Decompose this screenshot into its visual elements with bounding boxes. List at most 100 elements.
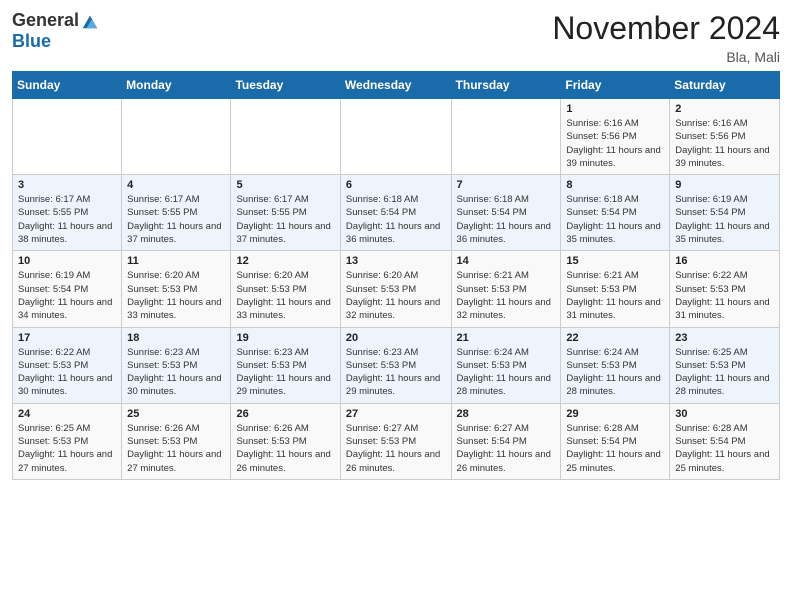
calendar-cell: 4 Sunrise: 6:17 AM Sunset: 5:55 PM Daylig… <box>122 175 231 251</box>
calendar-cell: 28 Sunrise: 6:27 AM Sunset: 5:54 PM Dayli… <box>451 403 561 479</box>
day-info: Sunrise: 6:17 AM Sunset: 5:55 PM Dayligh… <box>127 193 225 246</box>
logo: General Blue <box>12 10 99 52</box>
calendar-cell: 2 Sunrise: 6:16 AM Sunset: 5:56 PM Daylig… <box>670 99 780 175</box>
logo-icon <box>81 12 99 30</box>
day-info: Sunrise: 6:24 AM Sunset: 5:53 PM Dayligh… <box>457 346 556 399</box>
day-info: Sunrise: 6:17 AM Sunset: 5:55 PM Dayligh… <box>18 193 116 246</box>
day-info: Sunrise: 6:18 AM Sunset: 5:54 PM Dayligh… <box>566 193 664 246</box>
day-info: Sunrise: 6:17 AM Sunset: 5:55 PM Dayligh… <box>236 193 334 246</box>
day-number: 27 <box>346 408 446 420</box>
day-number: 10 <box>18 255 116 267</box>
day-info: Sunrise: 6:23 AM Sunset: 5:53 PM Dayligh… <box>236 346 334 399</box>
day-number: 4 <box>127 179 225 191</box>
day-info: Sunrise: 6:25 AM Sunset: 5:53 PM Dayligh… <box>18 422 116 475</box>
calendar-cell: 18Sunrise: 6:23 AM Sunset: 5:53 PM Dayli… <box>122 327 231 403</box>
day-number: 14 <box>457 255 556 267</box>
logo-blue: Blue <box>12 31 51 52</box>
calendar-cell: 30 Sunrise: 6:28 AM Sunset: 5:54 PM Dayli… <box>670 403 780 479</box>
day-info: Sunrise: 6:16 AM Sunset: 5:56 PM Dayligh… <box>675 117 774 170</box>
day-number: 6 <box>346 179 446 191</box>
calendar-cell: 7Sunrise: 6:18 AM Sunset: 5:54 PM Daylig… <box>451 175 561 251</box>
day-number: 9 <box>675 179 774 191</box>
day-of-week-header: Tuesday <box>231 72 340 99</box>
logo-text: General <box>12 10 99 31</box>
day-info: Sunrise: 6:22 AM Sunset: 5:53 PM Dayligh… <box>675 269 774 322</box>
calendar-cell: 19 Sunrise: 6:23 AM Sunset: 5:53 PM Dayli… <box>231 327 340 403</box>
day-number: 17 <box>18 332 116 344</box>
day-number: 13 <box>346 255 446 267</box>
day-number: 21 <box>457 332 556 344</box>
day-of-week-header: Sunday <box>13 72 122 99</box>
month-title: November 2024 <box>552 10 780 47</box>
logo-general: General <box>12 10 79 31</box>
calendar-cell <box>451 99 561 175</box>
day-of-week-header: Saturday <box>670 72 780 99</box>
calendar-cell: 9 Sunrise: 6:19 AM Sunset: 5:54 PM Daylig… <box>670 175 780 251</box>
page: General Blue November 2024 Bla, Mali Sun… <box>0 0 792 490</box>
header: General Blue November 2024 Bla, Mali <box>12 10 780 65</box>
day-info: Sunrise: 6:21 AM Sunset: 5:53 PM Dayligh… <box>457 269 556 322</box>
calendar-cell <box>231 99 340 175</box>
calendar-cell: 3Sunrise: 6:17 AM Sunset: 5:55 PM Daylig… <box>13 175 122 251</box>
day-info: Sunrise: 6:26 AM Sunset: 5:53 PM Dayligh… <box>127 422 225 475</box>
day-info: Sunrise: 6:19 AM Sunset: 5:54 PM Dayligh… <box>675 193 774 246</box>
calendar-cell: 13 Sunrise: 6:20 AM Sunset: 5:53 PM Dayli… <box>340 251 451 327</box>
calendar-cell: 6Sunrise: 6:18 AM Sunset: 5:54 PM Daylig… <box>340 175 451 251</box>
day-number: 19 <box>236 332 334 344</box>
day-info: Sunrise: 6:20 AM Sunset: 5:53 PM Dayligh… <box>236 269 334 322</box>
title-block: November 2024 Bla, Mali <box>552 10 780 65</box>
calendar-cell: 11Sunrise: 6:20 AM Sunset: 5:53 PM Dayli… <box>122 251 231 327</box>
day-info: Sunrise: 6:16 AM Sunset: 5:56 PM Dayligh… <box>566 117 664 170</box>
calendar-cell: 1 Sunrise: 6:16 AM Sunset: 5:56 PM Daylig… <box>561 99 670 175</box>
calendar-cell: 29Sunrise: 6:28 AM Sunset: 5:54 PM Dayli… <box>561 403 670 479</box>
day-info: Sunrise: 6:27 AM Sunset: 5:53 PM Dayligh… <box>346 422 446 475</box>
day-info: Sunrise: 6:26 AM Sunset: 5:53 PM Dayligh… <box>236 422 334 475</box>
day-number: 26 <box>236 408 334 420</box>
day-number: 11 <box>127 255 225 267</box>
calendar-cell <box>122 99 231 175</box>
day-number: 24 <box>18 408 116 420</box>
day-number: 30 <box>675 408 774 420</box>
day-number: 22 <box>566 332 664 344</box>
calendar-week-row: 3Sunrise: 6:17 AM Sunset: 5:55 PM Daylig… <box>13 175 780 251</box>
calendar-cell: 5 Sunrise: 6:17 AM Sunset: 5:55 PM Daylig… <box>231 175 340 251</box>
day-number: 2 <box>675 103 774 115</box>
day-number: 23 <box>675 332 774 344</box>
day-number: 16 <box>675 255 774 267</box>
day-info: Sunrise: 6:19 AM Sunset: 5:54 PM Dayligh… <box>18 269 116 322</box>
day-info: Sunrise: 6:20 AM Sunset: 5:53 PM Dayligh… <box>346 269 446 322</box>
day-number: 18 <box>127 332 225 344</box>
day-info: Sunrise: 6:23 AM Sunset: 5:53 PM Dayligh… <box>346 346 446 399</box>
calendar-cell: 14 Sunrise: 6:21 AM Sunset: 5:53 PM Dayli… <box>451 251 561 327</box>
day-info: Sunrise: 6:25 AM Sunset: 5:53 PM Dayligh… <box>675 346 774 399</box>
day-info: Sunrise: 6:27 AM Sunset: 5:54 PM Dayligh… <box>457 422 556 475</box>
day-number: 5 <box>236 179 334 191</box>
day-number: 8 <box>566 179 664 191</box>
calendar-cell: 24 Sunrise: 6:25 AM Sunset: 5:53 PM Dayli… <box>13 403 122 479</box>
day-number: 1 <box>566 103 664 115</box>
calendar-header-row: SundayMondayTuesdayWednesdayThursdayFrid… <box>13 72 780 99</box>
day-info: Sunrise: 6:28 AM Sunset: 5:54 PM Dayligh… <box>675 422 774 475</box>
calendar-cell <box>340 99 451 175</box>
calendar-week-row: 1 Sunrise: 6:16 AM Sunset: 5:56 PM Daylig… <box>13 99 780 175</box>
day-info: Sunrise: 6:21 AM Sunset: 5:53 PM Dayligh… <box>566 269 664 322</box>
calendar-cell: 15 Sunrise: 6:21 AM Sunset: 5:53 PM Dayli… <box>561 251 670 327</box>
day-number: 25 <box>127 408 225 420</box>
calendar-cell: 12Sunrise: 6:20 AM Sunset: 5:53 PM Dayli… <box>231 251 340 327</box>
calendar-cell: 22Sunrise: 6:24 AM Sunset: 5:53 PM Dayli… <box>561 327 670 403</box>
calendar-cell: 21 Sunrise: 6:24 AM Sunset: 5:53 PM Dayli… <box>451 327 561 403</box>
day-number: 15 <box>566 255 664 267</box>
day-of-week-header: Wednesday <box>340 72 451 99</box>
calendar-cell: 8 Sunrise: 6:18 AM Sunset: 5:54 PM Daylig… <box>561 175 670 251</box>
day-info: Sunrise: 6:28 AM Sunset: 5:54 PM Dayligh… <box>566 422 664 475</box>
calendar-cell: 23 Sunrise: 6:25 AM Sunset: 5:53 PM Dayli… <box>670 327 780 403</box>
logo-blue-line: Blue <box>12 31 51 52</box>
calendar-cell: 25 Sunrise: 6:26 AM Sunset: 5:53 PM Dayli… <box>122 403 231 479</box>
calendar-cell: 16 Sunrise: 6:22 AM Sunset: 5:53 PM Dayli… <box>670 251 780 327</box>
day-of-week-header: Friday <box>561 72 670 99</box>
day-number: 7 <box>457 179 556 191</box>
day-number: 28 <box>457 408 556 420</box>
calendar-cell <box>13 99 122 175</box>
calendar-cell: 20Sunrise: 6:23 AM Sunset: 5:53 PM Dayli… <box>340 327 451 403</box>
calendar-week-row: 24 Sunrise: 6:25 AM Sunset: 5:53 PM Dayli… <box>13 403 780 479</box>
